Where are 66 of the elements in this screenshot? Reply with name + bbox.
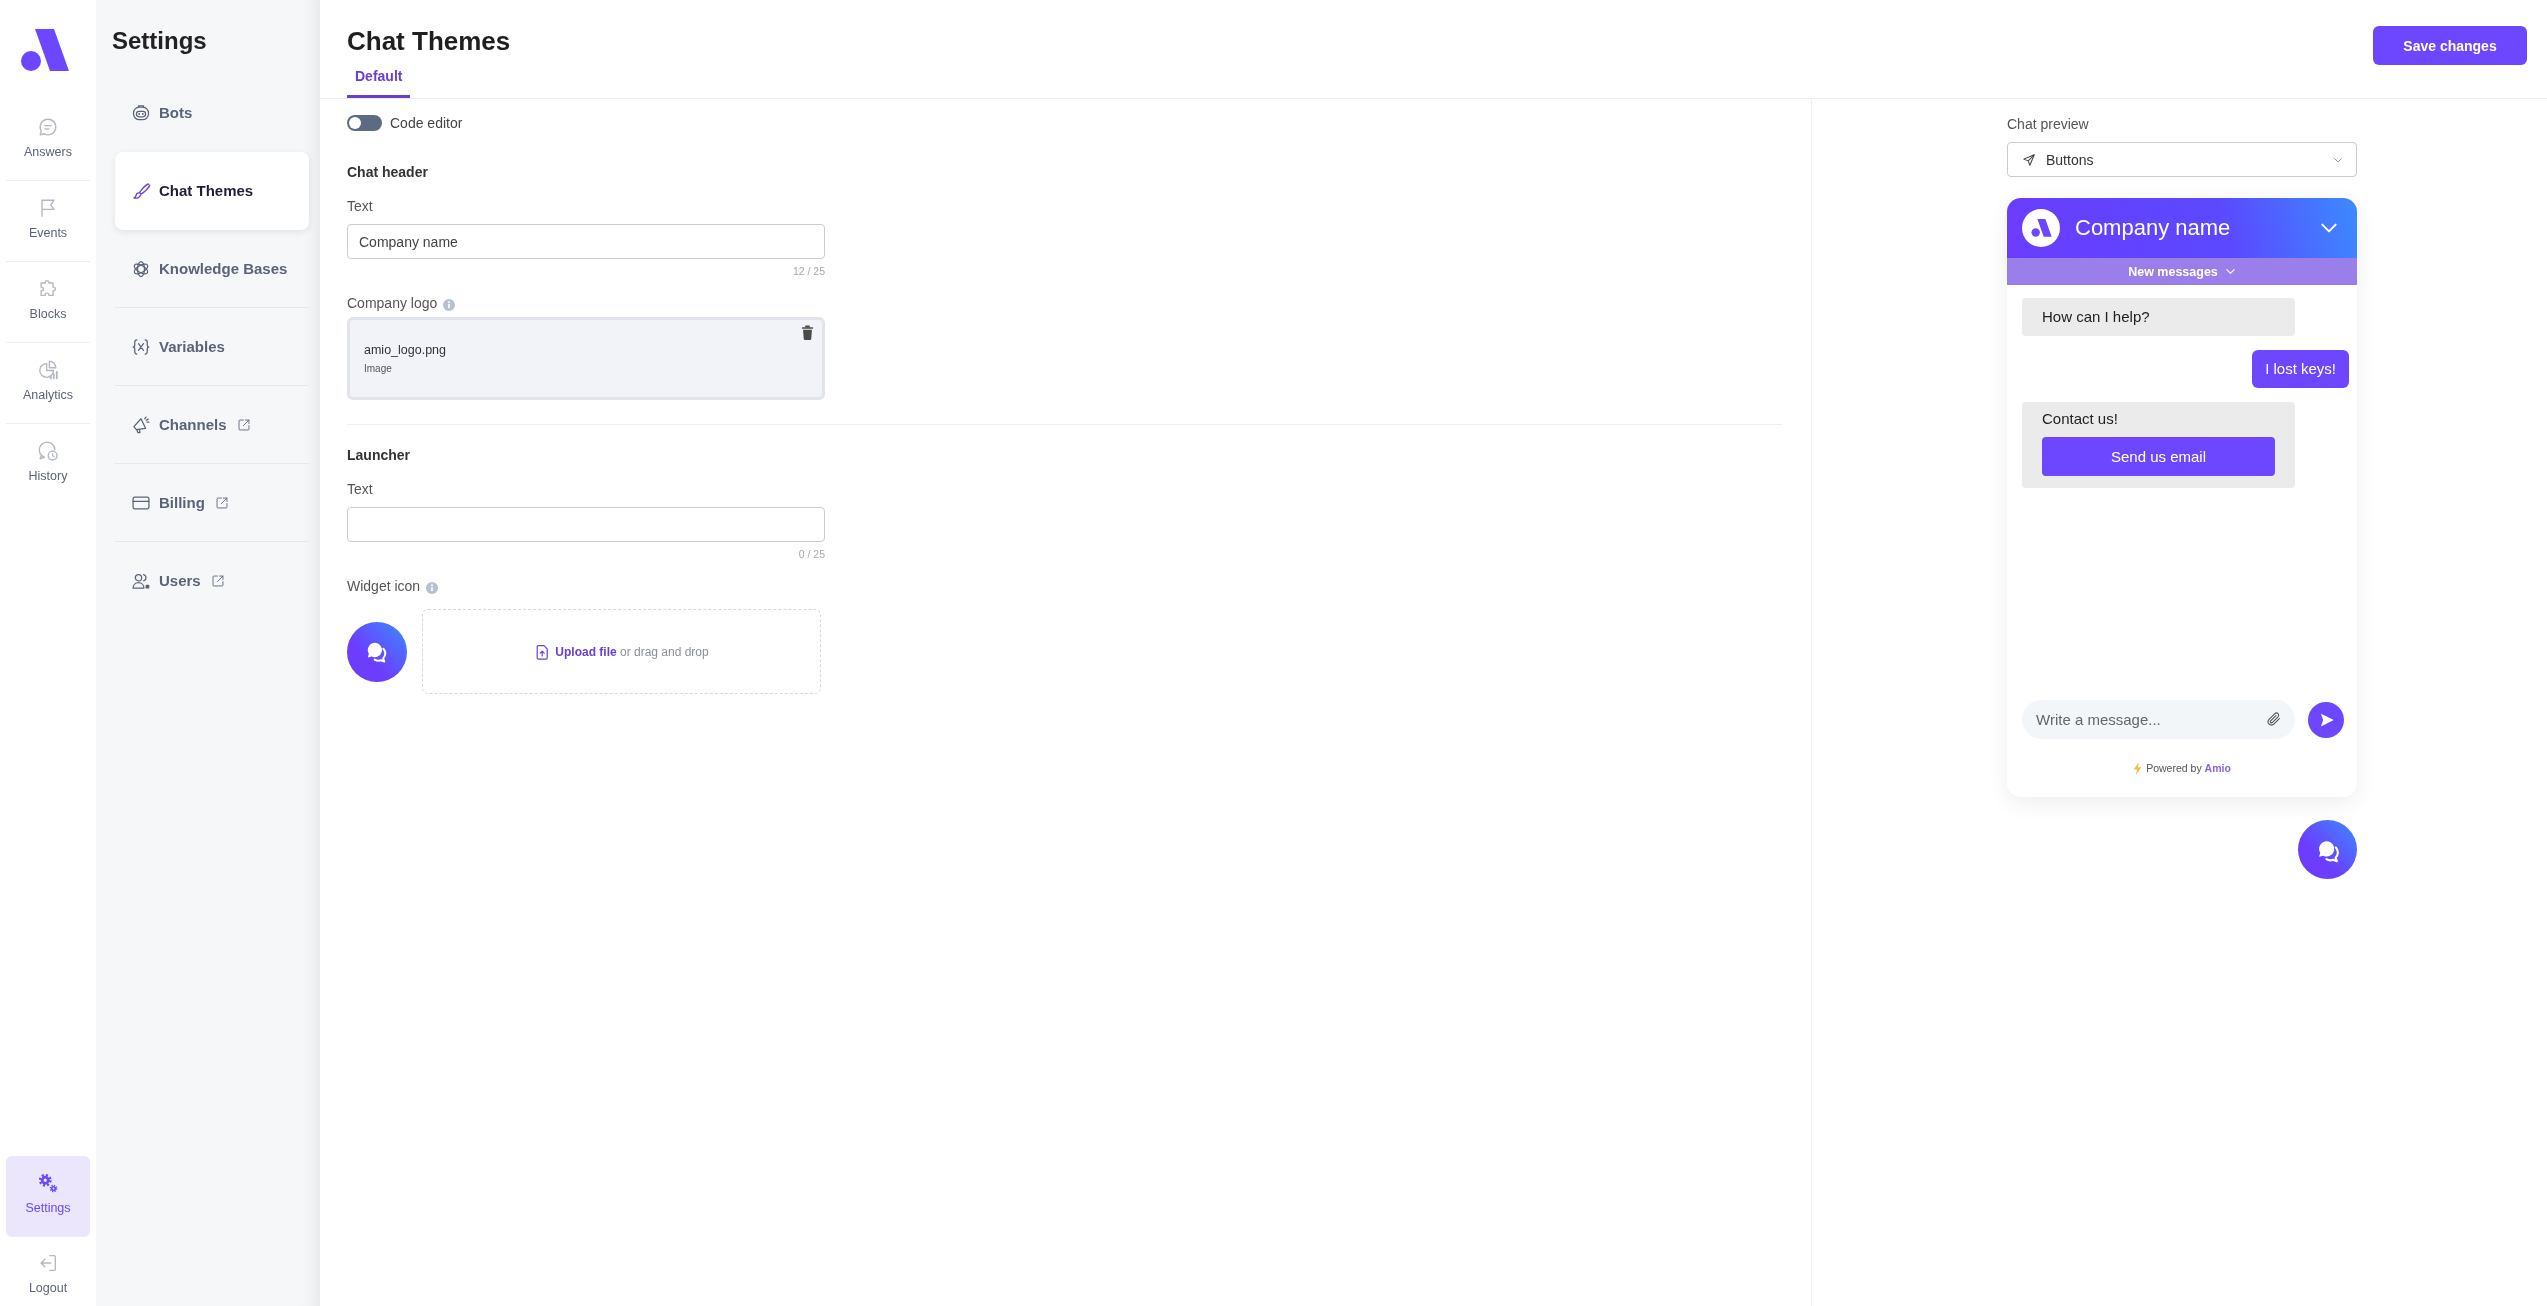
field-label: Company logo — [347, 294, 438, 312]
sidebar-item[interactable]: Bots — [115, 74, 309, 152]
sidebar-item[interactable]: Channels — [115, 386, 309, 464]
toggle-label: Code editor — [390, 114, 463, 132]
file-upload-icon — [534, 642, 551, 661]
logo-icon — [21, 29, 69, 71]
chevron-down-icon — [2224, 266, 2236, 277]
megaphone-icon — [131, 414, 151, 435]
section-title: Chat header — [347, 163, 428, 181]
new-messages-label: New messages — [2128, 264, 2218, 279]
preview-select[interactable]: Buttons — [2007, 142, 2357, 177]
toggle-switch[interactable] — [347, 115, 382, 131]
file-type: Image — [364, 362, 392, 375]
pie-chart-icon — [37, 359, 59, 381]
sidebar-item[interactable]: Users — [115, 542, 309, 620]
message-input[interactable]: Write a message... — [2022, 700, 2295, 739]
message-text: Contact us! — [2042, 410, 2119, 428]
sidebar-item[interactable]: Chat Themes — [115, 152, 309, 230]
upload-link[interactable]: Upload file — [555, 644, 617, 659]
braces-icon — [131, 336, 151, 357]
reply-button[interactable]: Send us email — [2042, 437, 2275, 476]
nav-item[interactable]: Events — [6, 181, 90, 262]
chat-message: How can I help? — [2022, 298, 2295, 336]
nav-item[interactable]: History — [6, 424, 90, 504]
new-messages-bar[interactable]: New messages — [2007, 258, 2357, 285]
tab[interactable]: Default — [347, 67, 411, 98]
chat-bubble-icon — [37, 116, 59, 138]
settings-icon — [37, 1172, 59, 1194]
paperclip-icon[interactable] — [2266, 711, 2282, 727]
file-name: amio_logo.png — [364, 342, 446, 358]
field-label: Text — [347, 197, 373, 215]
nav-item[interactable]: Logout — [6, 1237, 90, 1306]
char-counter: 0 / 25 — [797, 547, 825, 561]
nav-item[interactable]: Answers — [6, 100, 90, 181]
chat-message: I lost keys! — [2252, 350, 2349, 388]
sidebar-title: Settings — [112, 26, 208, 56]
send-button[interactable] — [2308, 701, 2344, 738]
field-label: Widget icon — [347, 577, 421, 595]
trash-icon[interactable] — [801, 325, 814, 341]
paper-plane-icon — [2022, 152, 2036, 167]
save-button[interactable]: Save changes — [2373, 26, 2527, 65]
text-input[interactable]: Company name — [347, 224, 825, 259]
nav-item[interactable]: Analytics — [6, 343, 90, 424]
upload-hint: Upload file or drag and drop — [555, 644, 709, 659]
section-title: Launcher — [347, 446, 410, 464]
preview-label: Chat preview — [2007, 115, 2090, 133]
chat-title: Company name — [2075, 215, 2231, 241]
powered-by-text: Powered by Amio — [2146, 761, 2231, 775]
logo-icon — [2022, 209, 2060, 247]
chat-clock-icon — [37, 440, 59, 462]
nav-item[interactable]: Settings — [6, 1156, 90, 1237]
brand-link[interactable]: Amio — [2204, 762, 2231, 774]
nav-item[interactable]: Blocks — [6, 262, 90, 343]
sidebar-item[interactable]: Billing — [115, 464, 309, 542]
atom-icon — [131, 258, 151, 279]
upload-dropzone[interactable]: Upload file or drag and drop — [422, 609, 821, 694]
lightning-icon — [2133, 761, 2143, 775]
text-input[interactable] — [347, 507, 825, 542]
chat-bubbles-icon — [347, 621, 407, 682]
sidebar-item[interactable]: Knowledge Bases — [115, 230, 309, 308]
field-label: Text — [347, 480, 373, 498]
paintbrush-icon — [131, 180, 151, 201]
sidebar-item[interactable]: Variables — [115, 308, 309, 386]
char-counter: 12 / 25 — [791, 264, 825, 278]
robot-icon — [131, 102, 151, 123]
page-title: Chat Themes — [347, 26, 511, 56]
